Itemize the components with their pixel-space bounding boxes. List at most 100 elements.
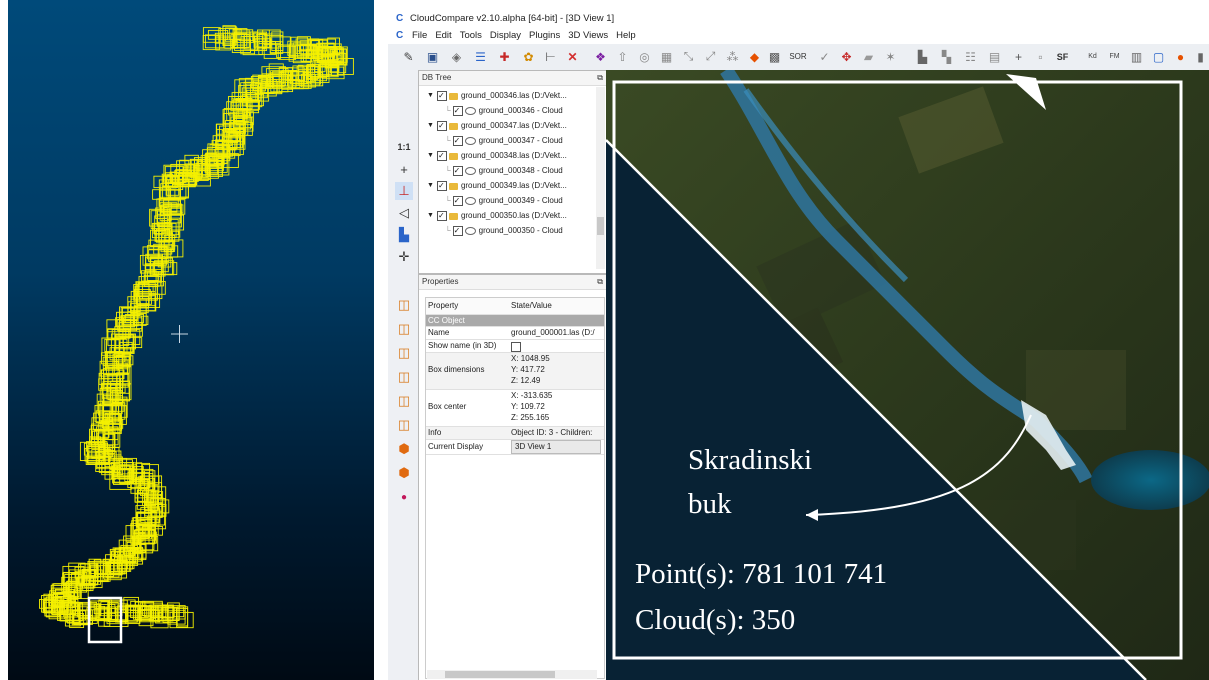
db-tree-cloud-item[interactable]: └ ground_000347 - Cloud xyxy=(445,134,563,148)
normals-icon[interactable]: ⇧ xyxy=(614,48,631,65)
db-tree-cloud-item[interactable]: └ ground_000346 - Cloud xyxy=(445,104,563,118)
properties-hscrollbar[interactable] xyxy=(427,670,597,679)
db-tree-cloud-item[interactable]: └ ground_000348 - Cloud xyxy=(445,164,563,178)
db-tree-file-item[interactable]: ▼ ground_000347.las (D:/Vekt... xyxy=(427,119,567,133)
segment-icon[interactable]: ▰ xyxy=(860,48,877,65)
row-name[interactable]: Name ground_000001.las (D:/ xyxy=(426,327,604,340)
sf-button[interactable]: SF xyxy=(1054,48,1071,65)
scalar-icon[interactable]: ◎ xyxy=(636,48,653,65)
fm-button[interactable]: FM xyxy=(1106,48,1123,65)
subsample-icon[interactable]: ⊢ xyxy=(542,48,559,65)
tile-overview-view[interactable] xyxy=(8,0,374,680)
visibility-checkbox[interactable] xyxy=(452,224,463,238)
visibility-checkbox[interactable] xyxy=(436,119,447,133)
file-label: ground_000346.las (D:/Vekt... xyxy=(460,91,567,101)
3d-view[interactable]: Skradinski buk Point(s): 781 101 741 Clo… xyxy=(606,70,1209,680)
kd-button[interactable]: Kd xyxy=(1084,48,1101,65)
tree-branch-line: └ xyxy=(445,106,451,115)
front-view-icon[interactable]: ◫ xyxy=(395,320,413,338)
back-view-icon[interactable]: ◫ xyxy=(395,368,413,386)
folder-icon xyxy=(448,152,458,160)
db-tree-cloud-item[interactable]: └ ground_000350 - Cloud xyxy=(445,224,563,238)
stereo-icon[interactable]: ● xyxy=(395,488,413,506)
sor-filter-button[interactable]: SOR xyxy=(786,48,810,65)
list-icon[interactable]: ☰ xyxy=(472,48,489,65)
left-view-icon[interactable]: ◫ xyxy=(395,344,413,362)
grid-icon[interactable]: ▤ xyxy=(986,48,1003,65)
tile-outline-layer xyxy=(39,25,354,644)
view-tool-column: 1:1 + ⊥ ◁ ▙ ✛ ◫ ◫ ◫ ◫ ◫ ◫ ⬢ ⬢ ● xyxy=(388,70,419,680)
octree-icon[interactable]: ▦ xyxy=(658,48,675,65)
file-label: ground_000347.las (D:/Vekt... xyxy=(460,121,567,131)
histogram-icon[interactable]: ▙ xyxy=(914,48,931,65)
visibility-checkbox[interactable] xyxy=(452,194,463,208)
remove-sf-icon[interactable]: ▫ xyxy=(1032,48,1049,65)
menu-file[interactable]: File xyxy=(412,30,427,41)
merge-icon[interactable]: ✿ xyxy=(520,48,537,65)
top-view-icon[interactable]: ◫ xyxy=(395,296,413,314)
pivot-icon[interactable]: ⊥ xyxy=(395,182,413,200)
star-icon[interactable]: ✶ xyxy=(882,48,899,65)
visibility-checkbox[interactable] xyxy=(452,164,463,178)
db-tree-cloud-item[interactable]: └ ground_000349 - Cloud xyxy=(445,194,563,208)
back-iso-icon[interactable]: ⬢ xyxy=(395,464,413,482)
export-icon[interactable]: ▥ xyxy=(1128,48,1145,65)
current-display-select[interactable]: 3D View 1 xyxy=(511,440,601,454)
scale-1-1-button[interactable]: 1:1 xyxy=(395,138,413,156)
register-icon[interactable]: ⤢ xyxy=(702,48,719,65)
bottom-view-icon[interactable]: ◫ xyxy=(395,416,413,434)
pick-icon[interactable]: ✓ xyxy=(816,48,833,65)
db-tree-file-item[interactable]: ▼ ground_000349.las (D:/Vekt... xyxy=(427,179,567,193)
folder-icon xyxy=(448,212,458,220)
open-icon[interactable]: ✎ xyxy=(400,48,417,65)
db-tree-file-item[interactable]: ▼ ground_000350.las (D:/Vekt... xyxy=(427,209,567,223)
visibility-checkbox[interactable] xyxy=(436,149,447,163)
visibility-checkbox[interactable] xyxy=(436,209,447,223)
db-tree-scrollbar[interactable] xyxy=(596,87,605,269)
float-panel-icon[interactable]: ⧉ xyxy=(597,71,603,85)
expand-arrow-icon[interactable]: ▼ xyxy=(427,179,434,193)
add-sf-icon[interactable]: + xyxy=(1010,48,1027,65)
menu-edit[interactable]: Edit xyxy=(435,30,451,41)
menu-help[interactable]: Help xyxy=(616,30,636,41)
chart-icon[interactable]: ▚ xyxy=(938,48,955,65)
sf-gradient-icon[interactable]: ◆ xyxy=(746,48,763,65)
expand-arrow-icon[interactable]: ▼ xyxy=(427,209,434,223)
float-panel-icon[interactable]: ⧉ xyxy=(597,275,603,289)
db-tree-file-item[interactable]: ▼ ground_000348.las (D:/Vekt... xyxy=(427,149,567,163)
delete-icon[interactable]: ✕ xyxy=(564,48,581,65)
clone-icon[interactable]: ◈ xyxy=(448,48,465,65)
menu-display[interactable]: Display xyxy=(490,30,521,41)
menu-tools[interactable]: Tools xyxy=(460,30,482,41)
save-icon[interactable]: ▣ xyxy=(424,48,441,65)
transform-icon[interactable]: ⤡ xyxy=(680,48,697,65)
more-icon[interactable]: ▮ xyxy=(1192,48,1209,65)
show-name-checkbox[interactable] xyxy=(511,342,521,352)
db-tree-file-item[interactable]: ▼ ground_000346.las (D:/Vekt... xyxy=(427,89,567,103)
move-icon[interactable]: ✛ xyxy=(395,248,413,266)
noise-icon[interactable]: ▩ xyxy=(766,48,783,65)
color-icon[interactable]: ❖ xyxy=(592,48,609,65)
viewport-icon[interactable]: ▙ xyxy=(395,226,413,244)
layers-icon[interactable]: ☷ xyxy=(962,48,979,65)
screen-icon[interactable]: ▢ xyxy=(1150,48,1167,65)
expand-arrow-icon[interactable]: ▼ xyxy=(427,149,434,163)
menu-bar: C File Edit Tools Display Plugins 3D Vie… xyxy=(388,28,1209,44)
expand-arrow-icon[interactable]: ▼ xyxy=(427,119,434,133)
expand-arrow-icon[interactable]: ▼ xyxy=(427,89,434,103)
right-view-icon[interactable]: ◫ xyxy=(395,392,413,410)
menu-plugins[interactable]: Plugins xyxy=(529,30,560,41)
color-wheel-icon[interactable]: ● xyxy=(1172,48,1189,65)
tree-branch-line: └ xyxy=(445,196,451,205)
crosshair-icon[interactable]: + xyxy=(395,160,413,178)
visibility-checkbox[interactable] xyxy=(436,179,447,193)
visibility-checkbox[interactable] xyxy=(436,89,447,103)
translate-icon[interactable]: ✥ xyxy=(838,48,855,65)
visibility-checkbox[interactable] xyxy=(452,104,463,118)
distance-icon[interactable]: ⁂ xyxy=(724,48,741,65)
perspective-icon[interactable]: ◁ xyxy=(395,204,413,222)
visibility-checkbox[interactable] xyxy=(452,134,463,148)
menu-3d-views[interactable]: 3D Views xyxy=(568,30,608,41)
add-entity-icon[interactable]: ✚ xyxy=(496,48,513,65)
front-iso-icon[interactable]: ⬢ xyxy=(395,440,413,458)
